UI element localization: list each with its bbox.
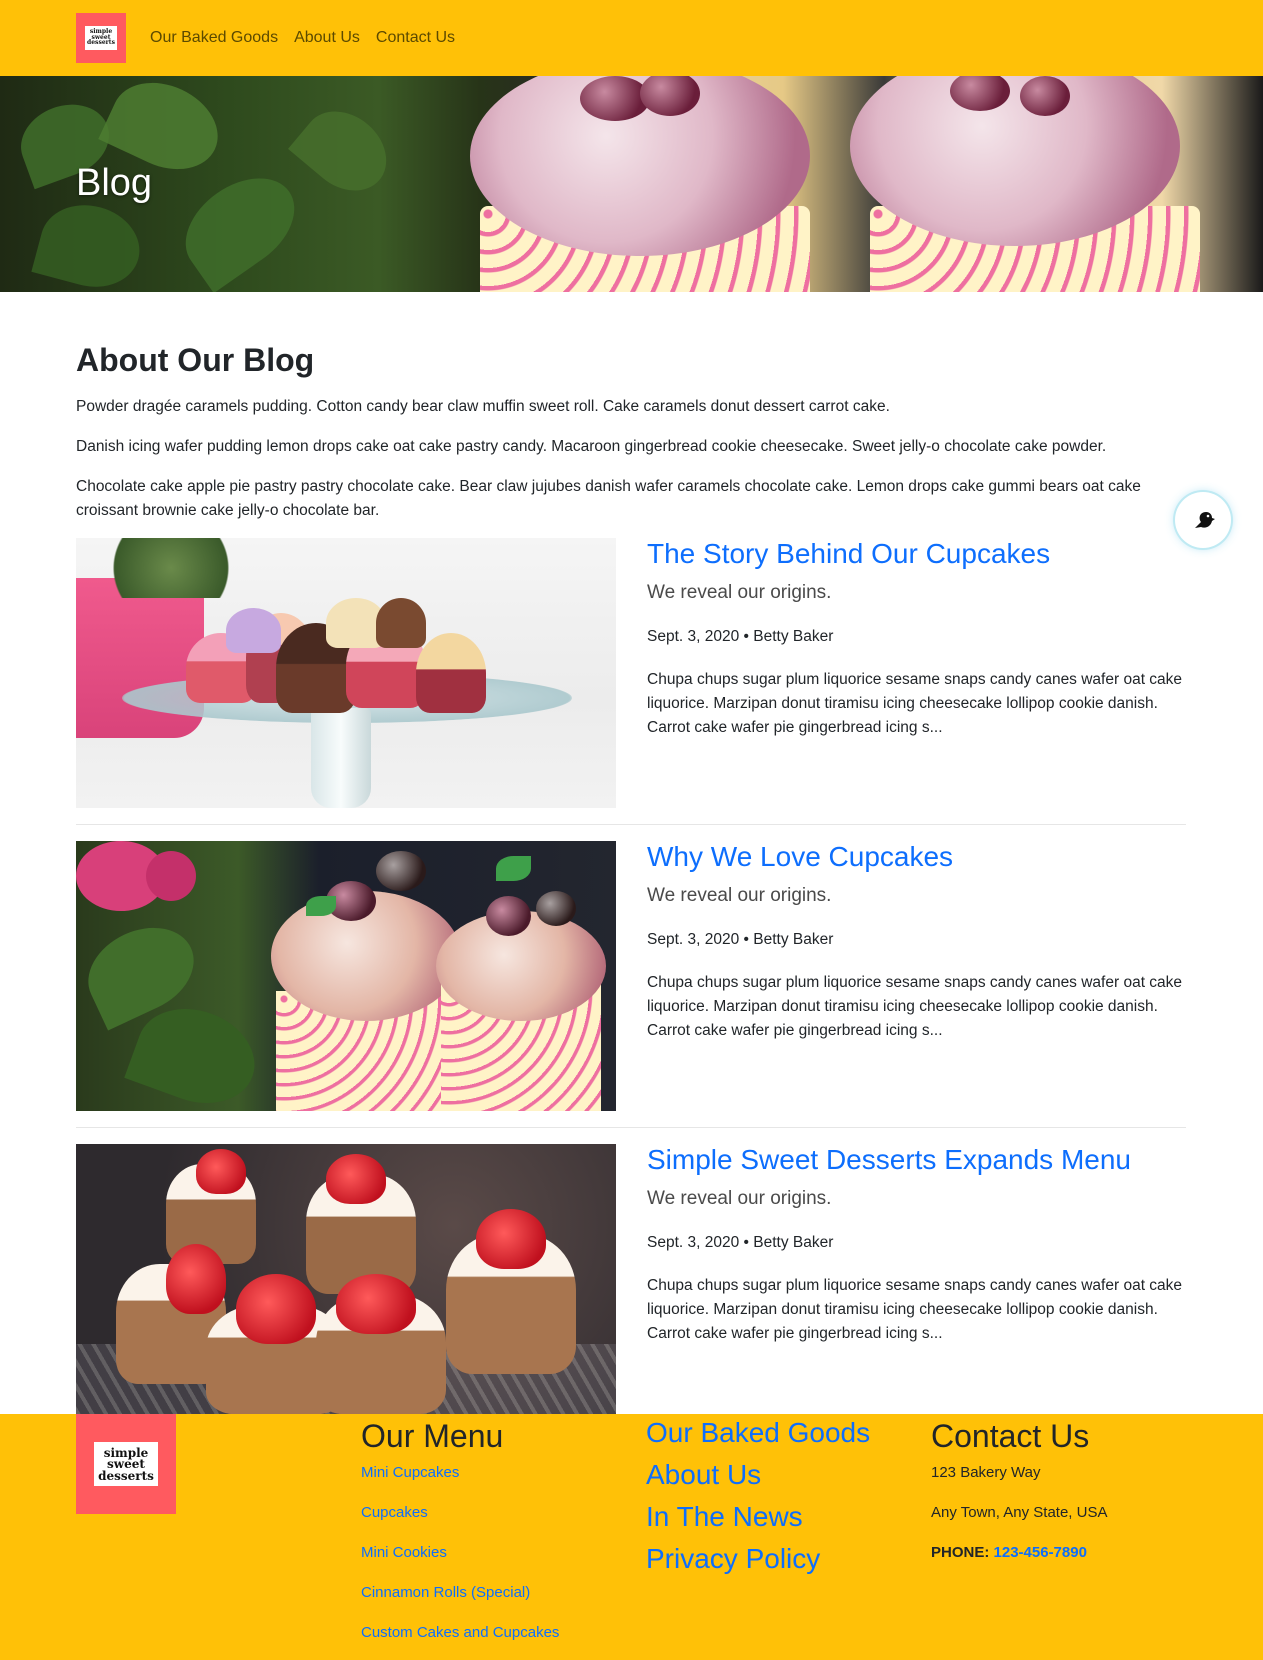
nav-link-about-us[interactable]: About Us [294, 29, 360, 47]
nav-link-baked-goods[interactable]: Our Baked Goods [150, 29, 278, 47]
post-divider [76, 824, 1186, 825]
footer-menu-item[interactable]: Mini Cookies [361, 1544, 447, 1561]
blog-post-card: The Story Behind Our Cupcakes We reveal … [76, 538, 1186, 808]
blog-post-card: Simple Sweet Desserts Expands Menu We re… [76, 1144, 1186, 1414]
footer-address-line1: 123 Bakery Way [931, 1464, 1041, 1481]
phone-number-link[interactable]: 123-456-7890 [994, 1544, 1087, 1561]
footer-link-privacy-policy[interactable]: Privacy Policy [646, 1543, 820, 1575]
logo-wordmark: simple sweet desserts [85, 26, 117, 50]
about-paragraph-1: Powder dragée caramels pudding. Cotton c… [76, 398, 890, 415]
page-title: Blog [76, 162, 153, 204]
footer-menu-item[interactable]: Cupcakes [361, 1504, 428, 1521]
post-title-link[interactable]: Simple Sweet Desserts Expands Menu [647, 1144, 1131, 1176]
footer-address-line2: Any Town, Any State, USA [931, 1504, 1108, 1521]
nav-links: Our Baked Goods About Us Contact Us [150, 29, 455, 47]
about-paragraph-2: Danish icing wafer pudding lemon drops c… [76, 438, 1107, 455]
footer-link-about-us[interactable]: About Us [646, 1459, 761, 1491]
post-meta: Sept. 3, 2020 • Betty Baker [647, 931, 834, 948]
about-paragraph-3: Chocolate cake apple pie pastry pastry c… [76, 478, 1141, 519]
top-navbar: simple sweet desserts Our Baked Goods Ab… [0, 0, 1263, 76]
post-excerpt: Chupa chups sugar plum liquorice sesame … [647, 671, 1183, 736]
footer-logo[interactable]: simple sweet desserts [76, 1414, 176, 1514]
footer-phone: PHONE: 123-456-7890 [931, 1544, 1087, 1561]
post-excerpt: Chupa chups sugar plum liquorice sesame … [647, 1277, 1183, 1342]
about-heading: About Our Blog [76, 342, 315, 378]
nav-link-contact-us[interactable]: Contact Us [376, 29, 455, 47]
footer-link-in-the-news[interactable]: In The News [646, 1501, 803, 1533]
post-image-strawberry-cupcakes[interactable] [76, 1144, 616, 1414]
footer-logo-wordmark: simple sweet desserts [94, 1442, 158, 1486]
post-subtitle: We reveal our origins. [647, 582, 832, 603]
footer-link-baked-goods[interactable]: Our Baked Goods [646, 1417, 870, 1449]
phone-label: PHONE: [931, 1544, 990, 1561]
post-image-berry-cupcakes[interactable] [76, 841, 616, 1111]
post-subtitle: We reveal our origins. [647, 1188, 832, 1209]
hero-banner: Blog [0, 76, 1263, 292]
footer-menu-item[interactable]: Mini Cupcakes [361, 1464, 459, 1481]
post-excerpt: Chupa chups sugar plum liquorice sesame … [647, 974, 1183, 1039]
post-divider [76, 1127, 1186, 1128]
site-footer: simple sweet desserts Our Menu Mini Cupc… [0, 1414, 1263, 1660]
bird-icon [1195, 512, 1215, 528]
post-title-link[interactable]: The Story Behind Our Cupcakes [647, 538, 1050, 570]
brand-logo[interactable]: simple sweet desserts [76, 13, 126, 63]
footer-menu-item[interactable]: Custom Cakes and Cupcakes [361, 1624, 559, 1641]
blog-post-card: Why We Love Cupcakes We reveal our origi… [76, 841, 1186, 1111]
footer-contact-heading: Contact Us [931, 1418, 1090, 1454]
footer-menu-item[interactable]: Cinnamon Rolls (Special) [361, 1584, 530, 1601]
post-meta: Sept. 3, 2020 • Betty Baker [647, 1234, 834, 1251]
post-image-cupcakes-stand[interactable] [76, 538, 616, 808]
post-subtitle: We reveal our origins. [647, 885, 832, 906]
post-title-link[interactable]: Why We Love Cupcakes [647, 841, 953, 873]
footer-menu-heading: Our Menu [361, 1418, 504, 1454]
post-meta: Sept. 3, 2020 • Betty Baker [647, 628, 834, 645]
